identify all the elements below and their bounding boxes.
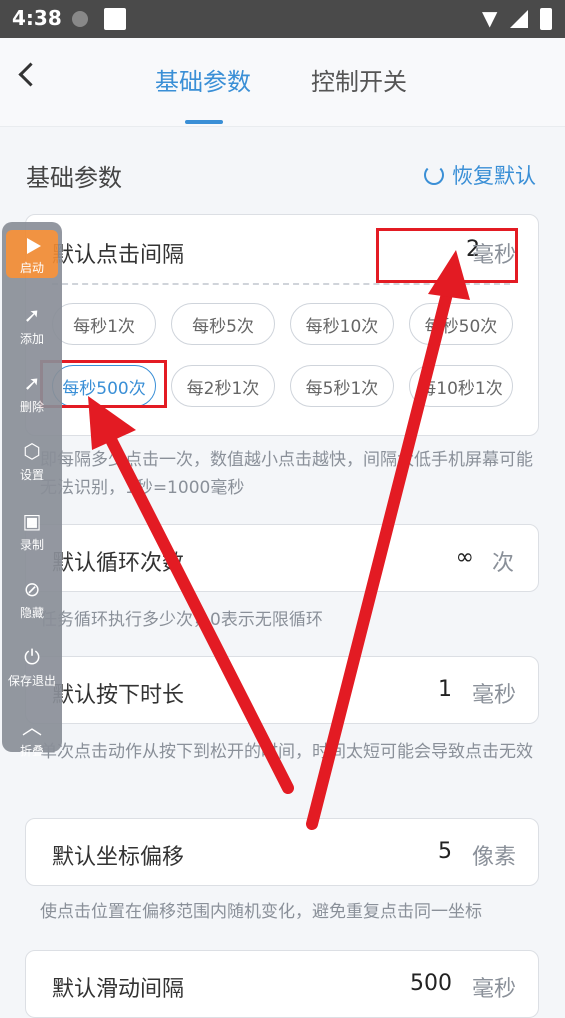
loop-count-input[interactable]: ∞ <box>406 545 474 570</box>
refresh-icon <box>424 165 444 185</box>
coord-offset-hint: 使点击位置在偏移范围内随机变化，避免重复点击同一坐标 <box>40 902 482 922</box>
loop-count-hint: 任务循环执行多少次，0表示无限循环 <box>40 610 323 630</box>
press-duration-unit: 毫秒 <box>472 683 517 708</box>
swipe-interval-input[interactable]: 500 <box>386 971 452 996</box>
loop-count-unit: 次 <box>492 551 515 576</box>
press-duration-hint: 单次点击动作从按下到松开的时间，时间太短可能会导致点击无效 <box>40 742 533 762</box>
divider <box>52 283 510 285</box>
settings-button[interactable]: ⬡ 设置 <box>2 440 62 483</box>
remove-label: 删除 <box>19 400 44 414</box>
click-interval-label: 默认点击间隔 <box>52 243 185 268</box>
battery-icon <box>540 8 552 30</box>
swipe-interval-label: 默认滑动间隔 <box>52 977 185 1002</box>
remove-pointer-icon: ➚ <box>23 371 41 395</box>
coord-offset-unit: 像素 <box>472 845 517 870</box>
tab-basic-params[interactable]: 基础参数 <box>155 62 251 97</box>
start-button[interactable]: 启动 <box>6 230 58 278</box>
tab-control-switches[interactable]: 控制开关 <box>311 62 407 97</box>
status-time: 4:38 <box>12 6 62 30</box>
hide-icon: ⊘ <box>23 577 41 601</box>
save-exit-button[interactable]: ⏻ 保存退出 <box>2 646 62 689</box>
add-button[interactable]: ➚ 添加 <box>2 304 62 347</box>
remove-button[interactable]: ➚ 删除 <box>2 372 62 415</box>
preset-chip[interactable]: 每5秒1次 <box>290 365 394 407</box>
loop-count-label: 默认循环次数 <box>52 551 185 576</box>
collapse-label: 折叠 <box>19 744 44 758</box>
signal-icon <box>510 10 528 28</box>
save-exit-label: 保存退出 <box>7 674 56 688</box>
loop-count-card: 默认循环次数 ∞ 次 <box>25 524 539 592</box>
press-duration-label: 默认按下时长 <box>52 683 185 708</box>
preset-chip[interactable]: 每秒10次 <box>290 303 394 345</box>
hide-label: 隐藏 <box>19 606 44 620</box>
swipe-interval-card: 默认滑动间隔 500 毫秒 <box>25 950 539 1018</box>
back-arrow-icon[interactable] <box>18 62 43 87</box>
add-label: 添加 <box>19 332 44 346</box>
add-pointer-icon: ➚ <box>23 303 41 327</box>
preset-chip[interactable]: 每秒5次 <box>171 303 275 345</box>
record-button[interactable]: ▣ 录制 <box>2 510 62 553</box>
record-icon: ▣ <box>22 509 42 533</box>
click-interval-hint: 即每隔多少点击一次，数值越小点击越快，间隔太低手机屏幕可能无法识别，1秒=100… <box>40 450 533 498</box>
reset-default-label: 恢复默认 <box>452 164 536 188</box>
chevron-up-icon: ︿ <box>22 715 42 739</box>
record-label: 录制 <box>19 538 44 552</box>
settings-icon: ⬡ <box>23 439 41 463</box>
coord-offset-input[interactable]: 5 <box>406 839 452 864</box>
coord-offset-card: 默认坐标偏移 5 像素 <box>25 818 539 886</box>
press-duration-card: 默认按下时长 1 毫秒 <box>25 656 539 724</box>
floating-toolbar: 启动 ➚ 添加 ➚ 删除 ⬡ 设置 ▣ 录制 ⊘ 隐藏 ⏻ 保存退出 ︿ 折叠 <box>2 222 62 758</box>
preset-chip[interactable]: 每秒50次 <box>409 303 513 345</box>
settings-label: 设置 <box>19 468 44 482</box>
play-icon <box>27 238 41 254</box>
power-icon: ⏻ <box>24 645 40 669</box>
preset-chip[interactable]: 每2秒1次 <box>171 365 275 407</box>
notification-dot-icon <box>72 11 88 27</box>
press-duration-input[interactable]: 1 <box>406 677 452 702</box>
section-title: 基础参数 <box>26 164 122 192</box>
hide-button[interactable]: ⊘ 隐藏 <box>2 578 62 621</box>
header: 基础参数 控制开关 <box>0 38 565 127</box>
reset-default-button[interactable]: 恢复默认 <box>424 160 536 190</box>
collapse-button[interactable]: ︿ 折叠 <box>2 716 62 759</box>
tab-indicator <box>185 120 223 124</box>
wifi-icon: ▼ <box>482 6 498 30</box>
status-bar: 4:38 ▼ <box>0 0 565 38</box>
preset-chip[interactable]: 每秒1次 <box>52 303 156 345</box>
swipe-interval-unit: 毫秒 <box>472 977 517 1002</box>
coord-offset-label: 默认坐标偏移 <box>52 845 185 870</box>
annotation-box-value <box>376 228 518 283</box>
notification-square-icon <box>104 8 126 30</box>
start-label: 启动 <box>19 261 44 275</box>
preset-chip[interactable]: 每10秒1次 <box>409 365 513 407</box>
